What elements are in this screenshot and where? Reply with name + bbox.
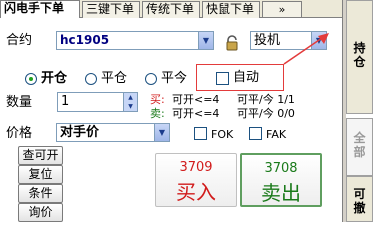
chevron-down-icon[interactable]: ▼ — [311, 32, 326, 49]
condition-button[interactable]: 条件 — [18, 184, 63, 203]
price-value: 对手价 — [60, 125, 100, 140]
buy-close-info: 可平/今 1/1 — [237, 93, 295, 106]
reset-button[interactable]: 复位 — [18, 165, 63, 184]
sell-price: 3708 — [264, 161, 298, 176]
buy-open-limit: 可开<=4 — [172, 93, 220, 106]
withdrawable-tab-label: 可 撤 — [353, 187, 366, 215]
contract-label: 合约 — [6, 33, 33, 48]
close-today-label: 平今 — [161, 71, 188, 86]
tab-more-button[interactable]: » — [262, 1, 302, 18]
query-open-button[interactable]: 查可开 — [18, 146, 63, 165]
buy-info-prefix: 买: — [150, 93, 165, 106]
quantity-label: 数量 — [6, 95, 33, 110]
hedge-type-value: 投机 — [254, 33, 281, 48]
open-radio[interactable] — [25, 73, 37, 85]
all-orders-tab[interactable]: 全 部 — [346, 118, 373, 176]
quantity-value: 1 — [61, 94, 70, 109]
buy-label: 买入 — [176, 180, 216, 204]
position-tab-label: 持 仓 — [353, 41, 366, 69]
inquiry-button[interactable]: 询价 — [18, 203, 63, 222]
close-radio[interactable] — [85, 73, 97, 85]
auto-checkbox[interactable] — [216, 72, 229, 85]
tab-lightning-order[interactable]: 闪电手下单 — [0, 0, 80, 18]
close-label: 平仓 — [101, 71, 128, 86]
lock-icon[interactable] — [224, 35, 240, 51]
decrement-icon[interactable]: ▼ — [123, 102, 137, 111]
auto-label: 自动 — [233, 70, 260, 85]
increment-icon[interactable]: ▲ — [123, 93, 137, 102]
buy-price: 3709 — [179, 160, 213, 175]
withdrawable-tab[interactable]: 可 撤 — [346, 176, 373, 222]
price-select[interactable]: 对手价 ▼ — [56, 123, 170, 142]
all-orders-tab-label: 全 部 — [353, 131, 366, 159]
tab-traditional-order[interactable]: 传统下单 — [142, 1, 200, 18]
position-tab[interactable]: 持 仓 — [346, 0, 373, 114]
fak-label: FAK — [266, 128, 287, 141]
sell-button[interactable]: 3708 卖出 — [240, 153, 322, 207]
quantity-stepper[interactable]: 1 ▲ ▼ — [57, 92, 138, 112]
order-tabbar: 闪电手下单 三键下单 传统下单 快鼠下单 » — [0, 0, 342, 18]
tab-quick-mouse-order[interactable]: 快鼠下单 — [202, 1, 260, 18]
sell-label: 卖出 — [261, 181, 301, 205]
fak-checkbox[interactable] — [249, 127, 262, 140]
close-today-radio[interactable] — [145, 73, 157, 85]
chevron-down-icon[interactable]: ▼ — [198, 32, 213, 49]
price-label: 价格 — [6, 126, 33, 141]
sell-open-limit: 可开<=4 — [172, 107, 220, 120]
hedge-type-select[interactable]: 投机 ▼ — [250, 31, 327, 50]
tab-three-key-order[interactable]: 三键下单 — [82, 1, 140, 18]
fok-checkbox[interactable] — [194, 127, 207, 140]
buy-button[interactable]: 3709 买入 — [155, 153, 237, 207]
open-label: 开仓 — [41, 71, 68, 86]
chevron-down-icon[interactable]: ▼ — [154, 124, 169, 141]
fok-label: FOK — [211, 128, 234, 141]
contract-value: hc1905 — [60, 33, 110, 47]
sell-info-prefix: 卖: — [150, 107, 165, 120]
contract-select[interactable]: hc1905 ▼ — [56, 31, 214, 50]
sell-close-info: 可平/今 0/0 — [237, 107, 295, 120]
